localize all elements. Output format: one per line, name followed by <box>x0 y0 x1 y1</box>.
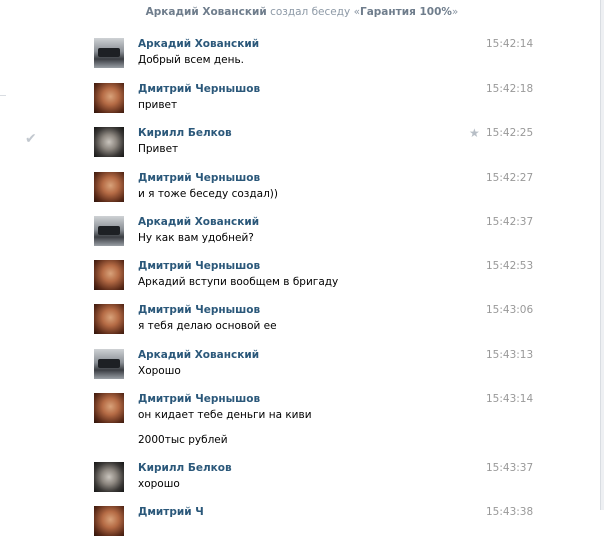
avatar[interactable] <box>94 216 124 246</box>
message-text: хорошо <box>138 478 180 490</box>
message-time[interactable]: 15:43:14 <box>486 393 533 405</box>
message-author[interactable]: Кирилл Белков <box>138 127 232 139</box>
message-author[interactable]: Дмитрий Чернышов <box>138 393 260 405</box>
avatar[interactable] <box>94 127 124 157</box>
message-author[interactable]: Дмитрий Чернышов <box>138 260 260 272</box>
message-author[interactable]: Аркадий Хованский <box>138 349 259 361</box>
message-author[interactable]: Кирилл Белков <box>138 462 232 474</box>
message-time[interactable]: 15:42:27 <box>486 172 533 184</box>
avatar[interactable] <box>94 38 124 68</box>
message-time[interactable]: 15:43:38 <box>486 506 533 518</box>
message-time[interactable]: 15:43:06 <box>486 304 533 316</box>
message-time[interactable]: 15:42:53 <box>486 260 533 272</box>
message-time[interactable]: 15:42:18 <box>486 83 533 95</box>
message-author[interactable]: Аркадий Хованский <box>138 38 259 50</box>
avatar[interactable] <box>94 260 124 290</box>
message-text: и я тоже беседу создал)) <box>138 188 278 200</box>
page-frame-edge <box>600 0 604 510</box>
message-author[interactable]: Дмитрий Чернышов <box>138 304 260 316</box>
star-icon[interactable]: ★ <box>469 126 480 140</box>
avatar[interactable] <box>94 393 124 423</box>
check-icon[interactable]: ✔ <box>25 131 37 147</box>
message-time[interactable]: 15:42:37 <box>486 216 533 228</box>
message-text: Ну как вам удобней? <box>138 232 254 244</box>
avatar[interactable] <box>94 83 124 113</box>
system-message-user[interactable]: Аркадий Хованский <box>146 6 267 18</box>
message-time[interactable]: 15:42:14 <box>486 38 533 50</box>
message-time[interactable]: 15:42:25 <box>486 127 533 139</box>
message-text: привет <box>138 99 178 111</box>
chat-created-system-message: Аркадий Хованский создал беседу «Гаранти… <box>0 6 604 18</box>
message-author[interactable]: Дмитрий Ч <box>138 506 204 518</box>
message-text: Привет <box>138 143 179 155</box>
system-message-action: создал беседу « <box>270 6 360 18</box>
message-time[interactable]: 15:43:13 <box>486 349 533 361</box>
message-time[interactable]: 15:43:37 <box>486 462 533 474</box>
message-author[interactable]: Аркадий Хованский <box>138 216 259 228</box>
message-author[interactable]: Дмитрий Чернышов <box>138 83 260 95</box>
avatar[interactable] <box>94 349 124 379</box>
message-text: Аркадий вступи вообщем в бригаду <box>138 276 339 288</box>
system-message-close: » <box>451 6 459 18</box>
avatar[interactable] <box>94 304 124 334</box>
message-text: он кидает тебе деньги на киви <box>138 409 312 421</box>
message-text: Хорошо <box>138 365 181 377</box>
avatar[interactable] <box>94 172 124 202</box>
message-text: 2000тыс рублей <box>138 434 228 446</box>
avatar[interactable] <box>94 506 124 536</box>
message-author[interactable]: Дмитрий Чернышов <box>138 172 260 184</box>
system-message-chat-name: Гарантия 100% <box>360 6 452 18</box>
message-text: я тебя делаю основой ее <box>138 320 277 332</box>
avatar[interactable] <box>94 462 124 492</box>
page-frame-tick <box>0 95 6 96</box>
message-text: Добрый всем день. <box>138 54 245 66</box>
